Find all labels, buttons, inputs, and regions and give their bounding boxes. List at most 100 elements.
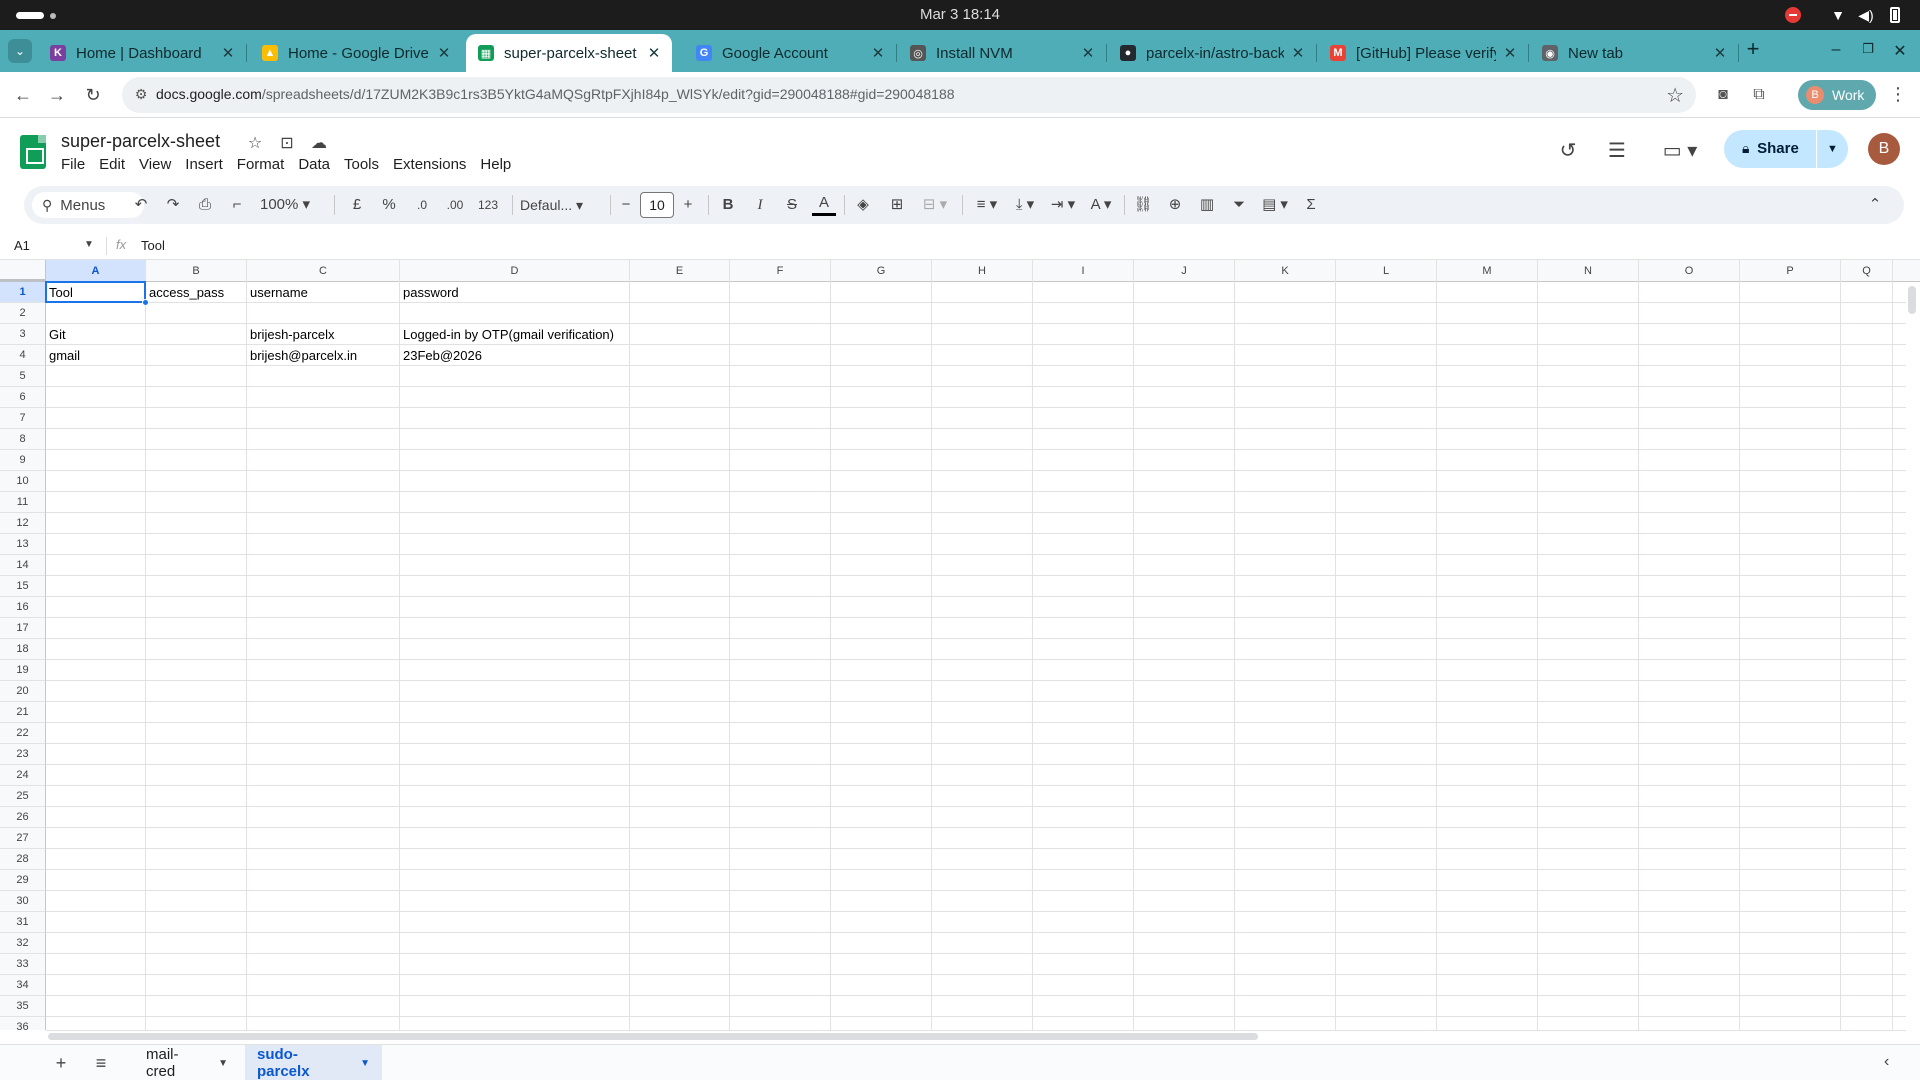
column-header-j[interactable]: J — [1134, 260, 1235, 282]
browser-menu-icon[interactable]: ⋮ — [1888, 84, 1908, 105]
row-header-20[interactable]: 20 — [0, 681, 46, 702]
column-header-a[interactable]: A — [46, 260, 146, 282]
formula-input[interactable]: Tool — [141, 238, 165, 253]
fill-color-icon[interactable]: ◈ — [852, 194, 874, 216]
row-header-36[interactable]: 36 — [0, 1017, 46, 1030]
column-header-k[interactable]: K — [1235, 260, 1336, 282]
select-all-corner[interactable] — [0, 260, 46, 282]
browser-tab-1[interactable]: K Home | Dashboard ✕ — [38, 34, 247, 72]
all-sheets-icon[interactable]: ≡ — [90, 1053, 112, 1073]
zoom-select[interactable]: 100% ▾ — [260, 194, 326, 216]
row-header-33[interactable]: 33 — [0, 954, 46, 975]
menu-search[interactable]: ⚲ Menus — [32, 192, 144, 218]
row-header-26[interactable]: 26 — [0, 807, 46, 828]
browser-tab-2[interactable]: ▲ Home - Google Drive ✕ — [250, 34, 462, 72]
browser-tab-8[interactable]: ◉ New tab ✕ — [1530, 34, 1739, 72]
row-header-25[interactable]: 25 — [0, 786, 46, 807]
column-header-e[interactable]: E — [630, 260, 730, 282]
row-header-32[interactable]: 32 — [0, 933, 46, 954]
cell-c1[interactable]: username — [247, 282, 400, 303]
browser-tab-3[interactable]: ▦ super-parcelx-sheet - ✕ — [466, 34, 672, 72]
bookmark-star-icon[interactable]: ☆ — [1666, 83, 1684, 108]
site-info-icon[interactable]: ⚙ — [132, 86, 150, 104]
do-not-disturb-icon[interactable] — [1784, 6, 1802, 24]
row-header-24[interactable]: 24 — [0, 765, 46, 786]
cell-b1[interactable]: access_pass — [146, 282, 247, 303]
minimize-icon[interactable]: – — [1827, 41, 1845, 59]
vertical-scrollbar[interactable] — [1908, 286, 1916, 314]
text-color-icon[interactable]: A — [812, 194, 836, 216]
row-header-1[interactable]: 1 — [0, 282, 46, 303]
sheet-tab-sudo-parcelx[interactable]: sudo-parcelx ▼ — [245, 1045, 382, 1080]
fill-handle[interactable] — [142, 299, 149, 306]
cell-c4[interactable]: brijesh@parcelx.in — [247, 345, 400, 366]
omnibox[interactable]: ⚙ docs.google.com/spreadsheets/d/17ZUM2K… — [122, 77, 1696, 113]
cell-d1[interactable]: password — [400, 282, 630, 303]
tab-close-icon[interactable]: ✕ — [1502, 44, 1518, 62]
browser-tab-6[interactable]: ● parcelx-in/astro-back ✕ — [1108, 34, 1317, 72]
cell-b4[interactable] — [146, 345, 247, 366]
column-header-i[interactable]: I — [1033, 260, 1134, 282]
column-header-n[interactable]: N — [1538, 260, 1639, 282]
row-header-11[interactable]: 11 — [0, 492, 46, 513]
reload-icon[interactable]: ↻ — [82, 84, 104, 106]
cell-a4[interactable]: gmail — [46, 345, 146, 366]
paint-format-icon[interactable]: ⌐ — [226, 194, 248, 216]
row-header-17[interactable]: 17 — [0, 618, 46, 639]
text-rotation-icon[interactable]: A ▾ — [1084, 194, 1118, 216]
row-header-35[interactable]: 35 — [0, 996, 46, 1017]
name-box-dropdown-icon[interactable]: ▼ — [84, 239, 94, 250]
column-header-d[interactable]: D — [400, 260, 630, 282]
print-icon[interactable]: ⎙ — [194, 194, 216, 216]
volume-icon[interactable]: ◀) — [1856, 6, 1876, 24]
add-sheet-icon[interactable]: + — [50, 1053, 72, 1073]
sheet-tab-menu-icon[interactable]: ▼ — [360, 1058, 370, 1069]
cell-a3[interactable]: Git — [46, 324, 146, 345]
row-header-18[interactable]: 18 — [0, 639, 46, 660]
restore-icon[interactable]: ❐ — [1859, 41, 1877, 57]
row-header-31[interactable]: 31 — [0, 912, 46, 933]
row-header-9[interactable]: 9 — [0, 450, 46, 471]
battery-icon[interactable] — [1884, 6, 1906, 24]
row-header-10[interactable]: 10 — [0, 471, 46, 492]
menu-tools[interactable]: Tools — [344, 156, 387, 173]
column-header-c[interactable]: C — [247, 260, 400, 282]
column-header-g[interactable]: G — [831, 260, 932, 282]
row-header-16[interactable]: 16 — [0, 597, 46, 618]
currency-format-button[interactable]: £ — [346, 194, 368, 216]
font-size-input[interactable]: 10 — [640, 192, 674, 218]
redo-icon[interactable]: ↷ — [162, 194, 184, 216]
column-header-l[interactable]: L — [1336, 260, 1437, 282]
meet-icon[interactable]: ▭ ▾ — [1660, 138, 1700, 164]
font-size-increase-icon[interactable]: + — [678, 194, 698, 216]
share-dropdown-icon[interactable]: ▼ — [1816, 130, 1848, 168]
browser-tab-7[interactable]: M [GitHub] Please verify ✕ — [1318, 34, 1529, 72]
close-window-icon[interactable]: ✕ — [1891, 41, 1909, 61]
row-header-27[interactable]: 27 — [0, 828, 46, 849]
row-header-29[interactable]: 29 — [0, 870, 46, 891]
row-header-3[interactable]: 3 — [0, 324, 46, 345]
filter-icon[interactable]: ⏷ — [1228, 194, 1250, 216]
sheet-tab-mail-cred[interactable]: mail-cred ▼ — [134, 1045, 240, 1080]
row-header-6[interactable]: 6 — [0, 387, 46, 408]
row-header-14[interactable]: 14 — [0, 555, 46, 576]
forward-icon[interactable]: → — [46, 84, 68, 106]
tab-close-icon[interactable]: ✕ — [1290, 44, 1306, 62]
browser-tab-4[interactable]: G Google Account ✕ — [684, 34, 897, 72]
new-tab-button[interactable]: + — [1742, 38, 1764, 60]
insert-link-icon[interactable]: ⛓ — [1132, 194, 1154, 216]
bold-icon[interactable]: B — [718, 194, 738, 216]
increase-decimal-button[interactable]: .00 — [440, 194, 470, 216]
menu-file[interactable]: File — [61, 156, 93, 173]
tab-search-button[interactable]: ⌄ — [8, 39, 32, 63]
tab-close-icon[interactable]: ✕ — [436, 44, 452, 62]
italic-icon[interactable]: I — [750, 194, 770, 216]
column-header-o[interactable]: O — [1639, 260, 1740, 282]
row-header-21[interactable]: 21 — [0, 702, 46, 723]
font-select[interactable]: Defaul... ▾ — [520, 194, 604, 216]
row-header-12[interactable]: 12 — [0, 513, 46, 534]
row-header-2[interactable]: 2 — [0, 303, 46, 324]
menu-extensions[interactable]: Extensions — [393, 156, 474, 173]
collapse-toolbar-icon[interactable]: ⌃ — [1864, 194, 1886, 216]
tab-close-icon[interactable]: ✕ — [646, 44, 662, 62]
